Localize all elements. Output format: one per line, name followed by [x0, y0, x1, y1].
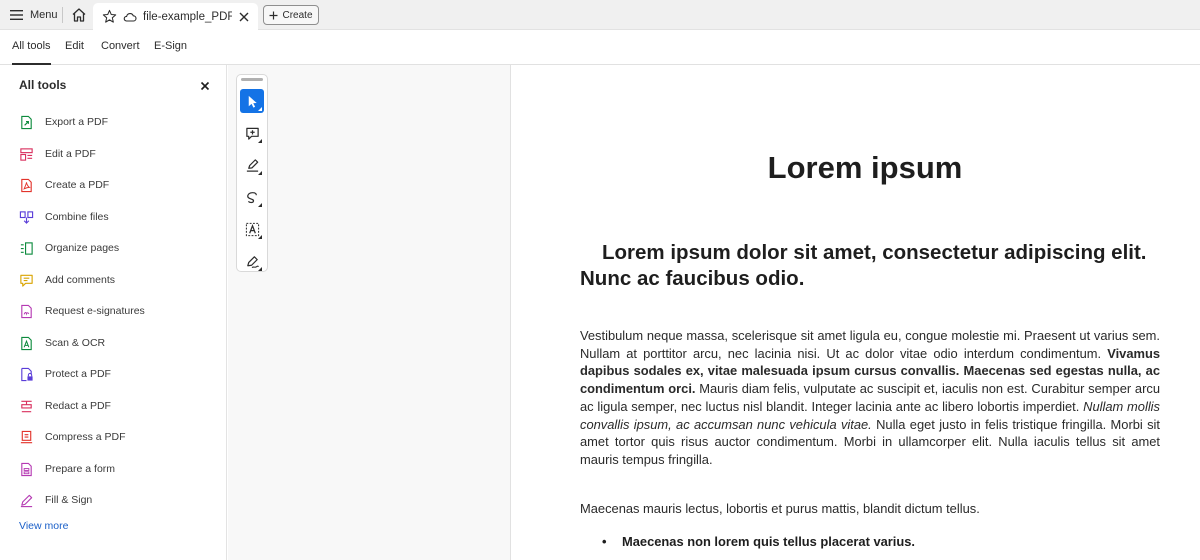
tool-label: Request e-signatures	[45, 305, 145, 317]
request-esign-icon	[21, 304, 32, 318]
tool-scan-ocr[interactable]: Scan & OCR	[19, 330, 219, 356]
scan-ocr-icon	[21, 336, 32, 350]
tool-label: Prepare a form	[45, 463, 116, 475]
tool-edit-pdf[interactable]: Edit a PDF	[19, 141, 219, 167]
tool-request-esignatures[interactable]: Request e-signatures	[19, 298, 219, 324]
protect-pdf-icon	[21, 367, 33, 381]
top-tabs: All tools Edit Convert E-Sign	[0, 30, 1200, 65]
export-pdf-icon	[21, 115, 32, 129]
edit-pdf-icon	[20, 147, 33, 161]
more-options-indicator	[258, 203, 262, 207]
tool-label: Redact a PDF	[45, 400, 111, 412]
tool-fill-sign[interactable]: Fill & Sign	[19, 487, 219, 513]
more-options-indicator	[258, 171, 262, 175]
star-icon[interactable]	[102, 9, 117, 24]
document-paragraph-2: Maecenas mauris lectus, lobortis et puru…	[580, 501, 980, 516]
tab-convert[interactable]: Convert	[101, 40, 140, 65]
document-tab-title: file-example_PDF_...	[143, 10, 232, 23]
tool-redact-pdf[interactable]: Redact a PDF	[19, 393, 219, 419]
draw-tool-button[interactable]	[240, 185, 264, 209]
tab-all-tools[interactable]: All tools	[12, 40, 51, 65]
bullet-text: Maecenas non lorem quis tellus placerat …	[622, 534, 916, 549]
tool-label: Protect a PDF	[45, 368, 111, 380]
titlebar-divider	[62, 7, 63, 23]
sign-tool-button[interactable]	[240, 249, 264, 273]
panel-title: All tools	[19, 78, 67, 92]
tool-label: Add comments	[45, 274, 116, 286]
pdf-document-page: Lorem ipsum Lorem ipsum dolor sit amet, …	[512, 65, 1200, 560]
highlight-tool-button[interactable]	[240, 153, 264, 177]
hamburger-icon	[10, 10, 23, 20]
document-tab[interactable]: file-example_PDF_...	[93, 3, 258, 30]
text-tool-button[interactable]	[240, 217, 264, 241]
organize-pages-icon	[20, 241, 33, 255]
tool-label: Fill & Sign	[45, 494, 93, 506]
all-tools-panel: All tools Export a PDF Edit a PDF Create…	[0, 65, 227, 560]
close-panel-icon[interactable]	[200, 81, 210, 91]
more-options-indicator	[258, 235, 262, 239]
tool-export-pdf[interactable]: Export a PDF	[19, 109, 219, 135]
title-bar: Menu file-example_PDF_... Create	[0, 0, 1200, 30]
add-comments-icon	[20, 274, 33, 287]
tool-label: Create a PDF	[45, 179, 110, 191]
tool-label: Organize pages	[45, 242, 120, 254]
home-button[interactable]	[70, 6, 88, 24]
view-more-link[interactable]: View more	[19, 520, 68, 532]
tool-prepare-form[interactable]: Prepare a form	[19, 456, 219, 482]
tool-add-comments[interactable]: Add comments	[19, 267, 219, 293]
plus-icon	[269, 11, 278, 19]
combine-files-icon	[19, 210, 34, 224]
tool-compress-pdf[interactable]: Compress a PDF	[19, 424, 219, 450]
compress-pdf-icon	[20, 430, 33, 443]
tool-organize-pages[interactable]: Organize pages	[19, 235, 219, 261]
more-options-indicator	[258, 107, 262, 111]
tool-label: Edit a PDF	[45, 148, 96, 160]
tool-label: Combine files	[45, 211, 109, 223]
document-subheading: Lorem ipsum dolor sit amet, consectetur …	[580, 241, 1147, 290]
quick-tools-toolbar	[236, 74, 268, 272]
select-tool-button[interactable]	[240, 89, 264, 113]
document-paragraph: Vestibulum neque massa, scelerisque sit …	[580, 327, 1160, 469]
toolbar-drag-handle[interactable]	[241, 78, 263, 81]
comment-tool-button[interactable]	[240, 121, 264, 145]
more-options-indicator	[258, 267, 262, 271]
redact-pdf-icon	[21, 400, 32, 412]
fill-sign-icon	[20, 494, 33, 507]
more-options-indicator	[258, 139, 262, 143]
create-button[interactable]: Create	[263, 5, 319, 25]
tool-label: Compress a PDF	[45, 431, 126, 443]
bullet-marker: •	[602, 534, 607, 549]
create-label: Create	[282, 9, 313, 21]
home-icon	[72, 8, 86, 22]
document-bullet-item: • Maecenas non lorem quis tellus placera…	[580, 533, 1160, 551]
close-icon[interactable]	[238, 11, 250, 23]
tool-combine-files[interactable]: Combine files	[19, 204, 219, 230]
menu-button[interactable]: Menu	[10, 6, 58, 24]
tab-esign[interactable]: E-Sign	[154, 40, 187, 65]
tab-edit[interactable]: Edit	[65, 40, 84, 65]
menu-label: Menu	[30, 9, 58, 21]
cloud-icon	[123, 12, 137, 22]
prepare-form-icon	[21, 462, 32, 476]
tool-create-pdf[interactable]: Create a PDF	[19, 172, 219, 198]
tool-label: Export a PDF	[45, 116, 109, 128]
tool-label: Scan & OCR	[45, 337, 106, 349]
canvas-area	[228, 65, 511, 560]
document-heading: Lorem ipsum	[767, 150, 963, 185]
tool-protect-pdf[interactable]: Protect a PDF	[19, 361, 219, 387]
paragraph-text: Vestibulum neque massa, scelerisque sit …	[580, 328, 1160, 361]
create-pdf-icon	[21, 178, 32, 192]
